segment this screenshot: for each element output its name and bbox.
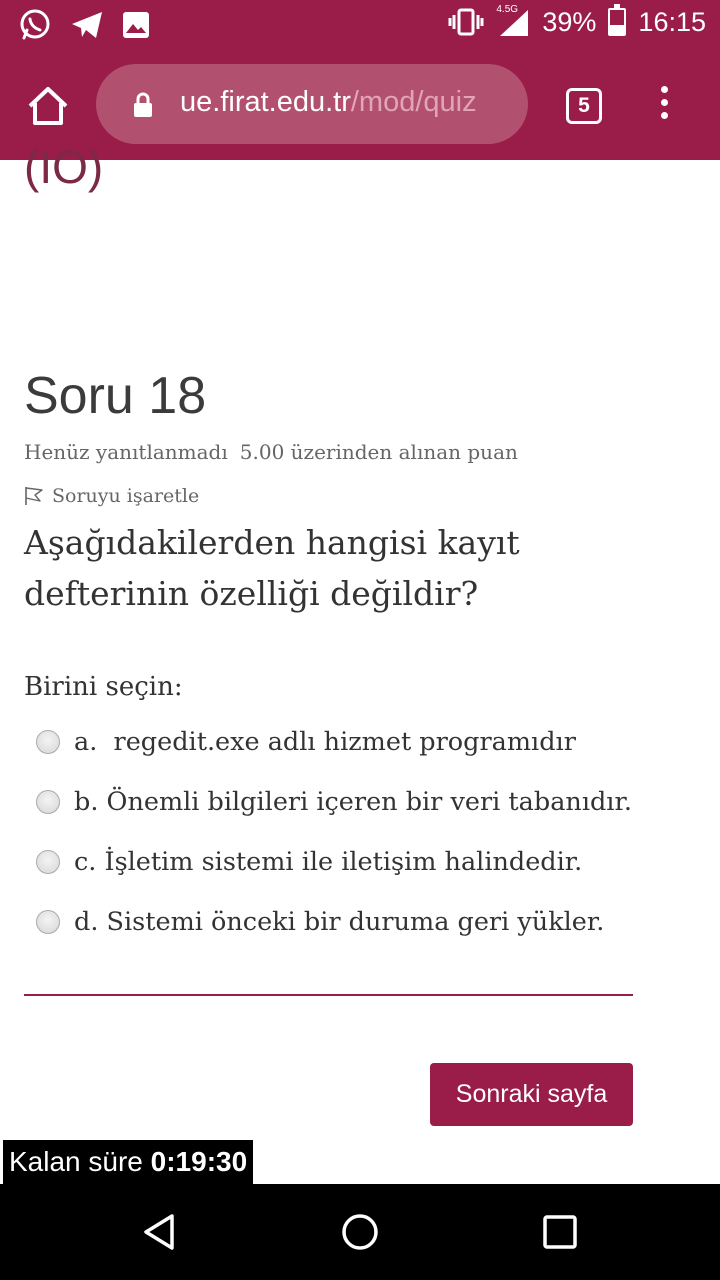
timer-value: 0:19:30 bbox=[150, 1146, 248, 1177]
question-points: 5.00 üzerinden alınan puan bbox=[239, 440, 518, 464]
question-title: Soru 18 bbox=[24, 367, 207, 425]
signal-indicator: 4.5G bbox=[496, 4, 530, 38]
next-page-button[interactable]: Sonraki sayfa bbox=[430, 1063, 633, 1126]
recent-apps-icon[interactable] bbox=[540, 1212, 580, 1252]
battery-percent: 39% bbox=[542, 6, 597, 37]
answer-label-d[interactable]: d. Sistemi önceki bir duruma geri yükler… bbox=[74, 907, 604, 937]
answer-option-c[interactable]: c. İşletim sistemi ile iletişim halinded… bbox=[36, 832, 632, 892]
timer-label: Kalan süre bbox=[9, 1146, 143, 1177]
question-info: Henüz yanıtlanmadı 5.00 üzerinden alınan … bbox=[24, 440, 518, 464]
divider bbox=[24, 994, 633, 996]
question-status: Henüz yanıtlanmadı bbox=[24, 440, 228, 464]
overflow-menu-icon[interactable] bbox=[654, 86, 674, 126]
signal-icon bbox=[500, 10, 529, 36]
system-indicators: 4.5G 39% 16:15 bbox=[448, 4, 706, 38]
address-bar[interactable]: ue.firat.edu.tr/mod/quiz bbox=[96, 64, 528, 144]
answer-label-a[interactable]: a. regedit.exe adlı hizmet programıdır bbox=[74, 727, 576, 757]
browser-toolbar: ue.firat.edu.tr/mod/quiz 5 bbox=[0, 50, 720, 160]
url-domain: ue.firat.edu.tr bbox=[180, 86, 351, 118]
lock-icon bbox=[134, 92, 152, 117]
home-nav-icon[interactable] bbox=[340, 1212, 380, 1252]
answer-label-b[interactable]: b. Önemli bilgileri içeren bir veri taba… bbox=[74, 787, 632, 817]
answer-option-b[interactable]: b. Önemli bilgileri içeren bir veri taba… bbox=[36, 772, 632, 832]
status-bar: 4.5G 39% 16:15 bbox=[0, 0, 720, 50]
url-text[interactable]: ue.firat.edu.tr/mod/quiz bbox=[180, 86, 510, 124]
telegram-icon bbox=[72, 12, 102, 38]
answer-prompt: Birini seçin: bbox=[24, 672, 183, 702]
answer-option-a[interactable]: a. regedit.exe adlı hizmet programıdır bbox=[36, 712, 632, 772]
radio-d[interactable] bbox=[36, 910, 60, 934]
back-icon[interactable] bbox=[140, 1212, 180, 1252]
previous-question-fragment: (IO) bbox=[24, 141, 104, 193]
quiz-timer: Kalan süre 0:19:30 bbox=[3, 1140, 254, 1184]
tab-switcher-button[interactable]: 5 bbox=[566, 88, 602, 124]
answer-label-c[interactable]: c. İşletim sistemi ile iletişim halinded… bbox=[74, 847, 582, 877]
system-nav-bar bbox=[0, 1184, 720, 1280]
flag-icon bbox=[25, 487, 43, 505]
whatsapp-icon bbox=[20, 9, 50, 40]
radio-c[interactable] bbox=[36, 850, 60, 874]
url-path: /mod/quiz bbox=[350, 86, 477, 118]
radio-a[interactable] bbox=[36, 730, 60, 754]
flag-label: Soruyu işaretle bbox=[52, 485, 200, 507]
notification-icons bbox=[18, 8, 150, 42]
clock: 16:15 bbox=[638, 6, 706, 37]
answer-options: a. regedit.exe adlı hizmet programıdır b… bbox=[36, 712, 632, 952]
battery-icon bbox=[608, 4, 627, 36]
gallery-icon bbox=[123, 12, 149, 38]
vibrate-icon bbox=[448, 8, 484, 36]
flag-question-link[interactable]: Soruyu işaretle bbox=[24, 485, 199, 507]
answer-option-d[interactable]: d. Sistemi önceki bir duruma geri yükler… bbox=[36, 892, 632, 952]
question-text: Aşağıdakilerden hangisi kayıt defterinin… bbox=[24, 523, 520, 613]
radio-b[interactable] bbox=[36, 790, 60, 814]
home-icon[interactable] bbox=[26, 84, 70, 128]
